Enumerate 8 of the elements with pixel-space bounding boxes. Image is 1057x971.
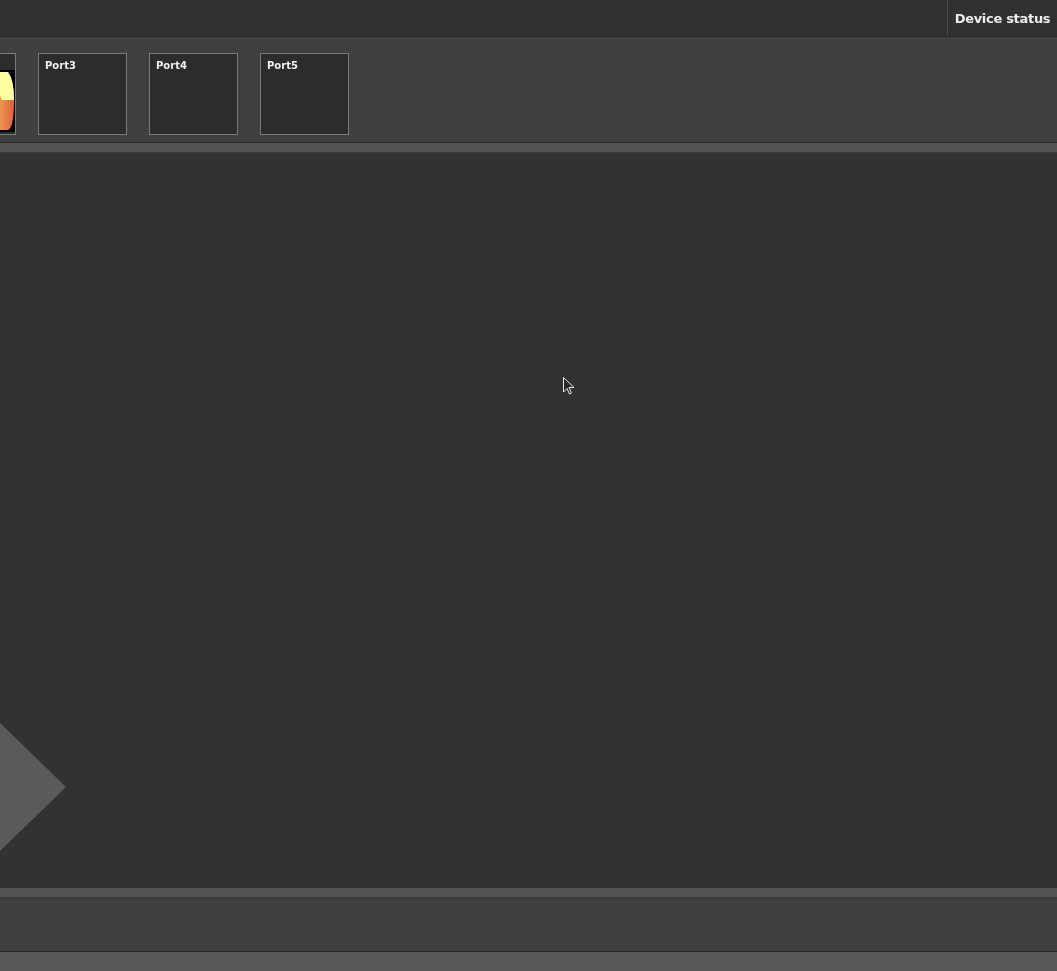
device-status-tab[interactable]: Device status [947,0,1057,36]
port-thumbnail[interactable]: Port4 [149,53,238,135]
port-label: Port4 [156,60,187,71]
port-label: Port3 [45,60,76,71]
port-thumbnail[interactable]: Port3 [38,53,127,135]
port-label: Port5 [267,60,298,71]
mouse-cursor-icon [563,377,575,395]
port-thumbnail[interactable]: Port5 [260,53,349,135]
